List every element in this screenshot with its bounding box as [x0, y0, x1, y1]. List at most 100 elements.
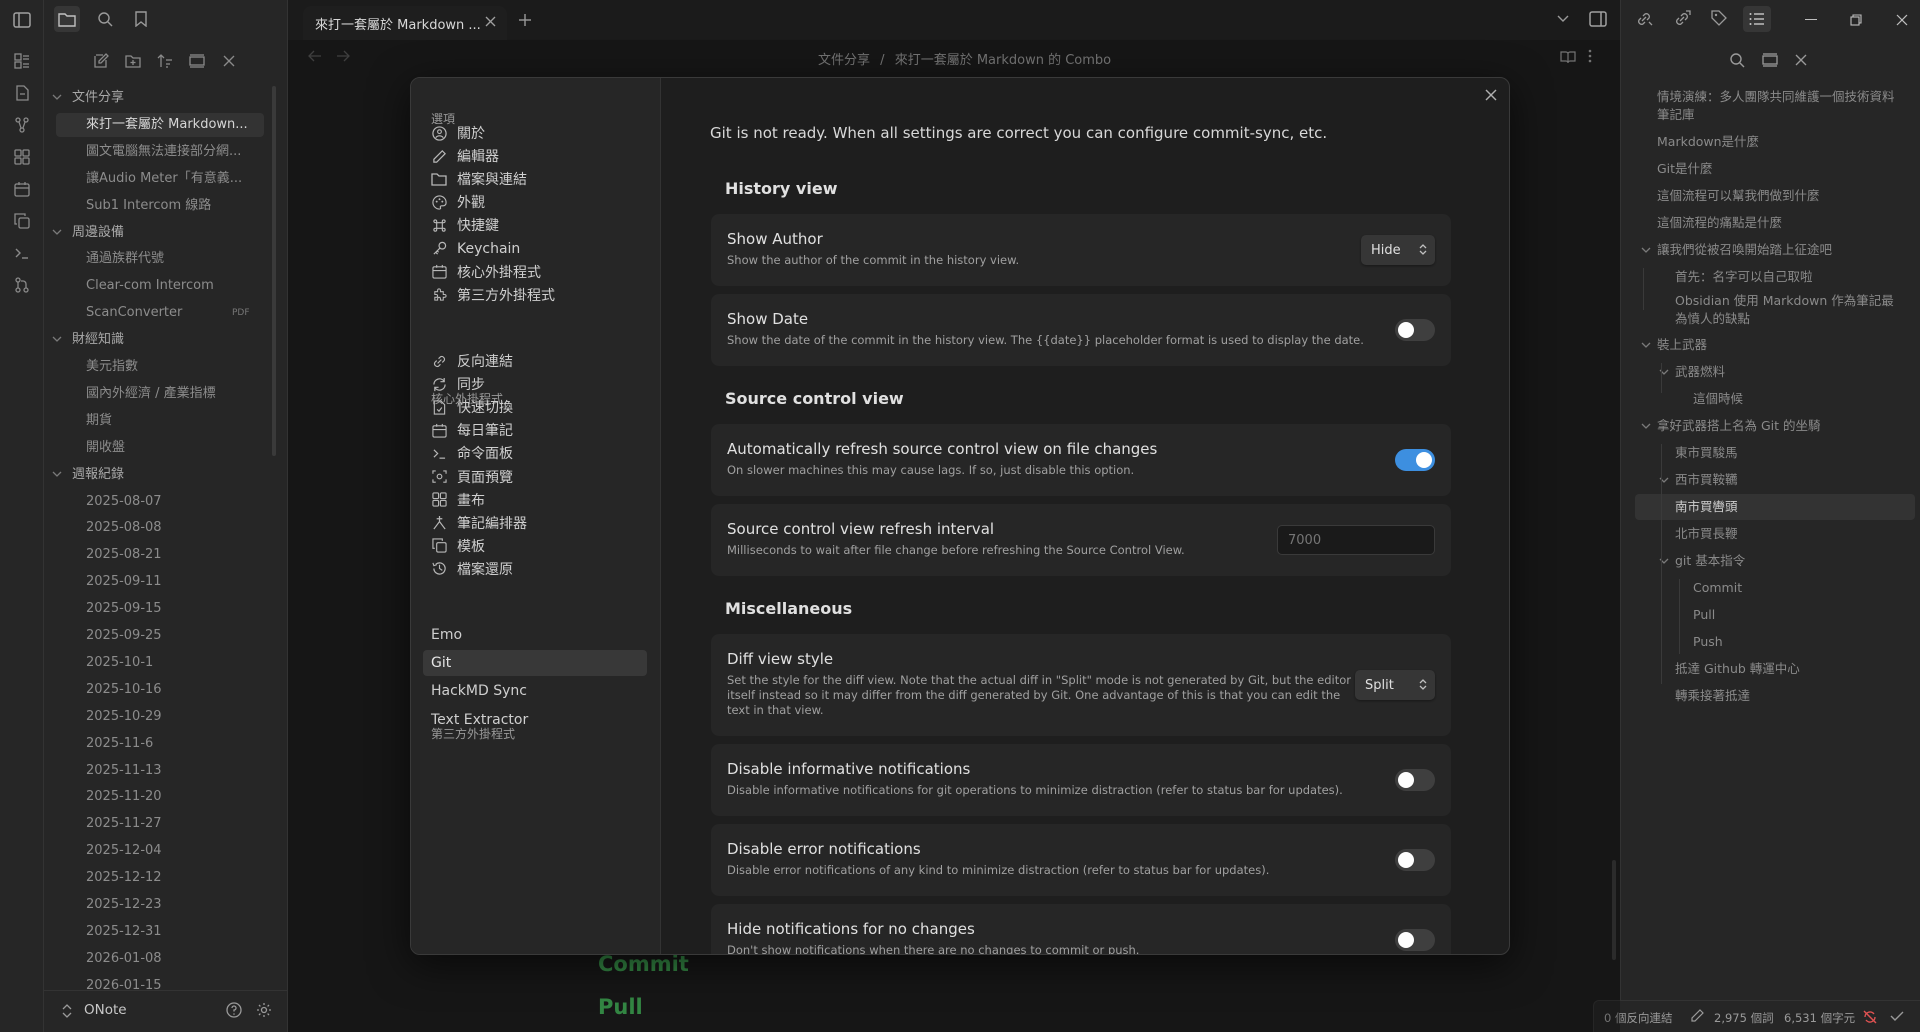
- bookmark-icon[interactable]: [128, 6, 154, 32]
- calendar-icon[interactable]: [11, 178, 33, 200]
- edit-pencil-icon[interactable]: [1690, 1009, 1704, 1023]
- settings-nav-item[interactable]: HackMD Sync: [423, 678, 647, 704]
- tree-file[interactable]: 2025-11-20: [56, 785, 256, 809]
- outline-heading[interactable]: 這個時候: [1693, 390, 1743, 408]
- tab-note[interactable]: 來打一套屬於 Markdown ...: [303, 6, 507, 40]
- outline-collapse-icon[interactable]: [1762, 53, 1778, 67]
- file-icon[interactable]: [11, 82, 33, 104]
- tab-list-chevron-icon[interactable]: [1557, 15, 1569, 23]
- hide-no-changes-toggle[interactable]: [1395, 929, 1435, 951]
- tree-file[interactable]: 期貨: [56, 409, 256, 433]
- outline-close-icon[interactable]: [1795, 54, 1807, 66]
- tree-file[interactable]: Sub1 Intercom 線路: [56, 194, 256, 218]
- tree-file[interactable]: 美元指數: [56, 355, 256, 379]
- auto-refresh-toggle[interactable]: [1395, 449, 1435, 471]
- outline-heading[interactable]: 西市買鞍韉: [1675, 471, 1738, 489]
- tree-folder[interactable]: 周邊設備: [50, 221, 230, 245]
- outline-heading[interactable]: 裝上武器: [1657, 336, 1707, 354]
- tree-file[interactable]: Clear-com Intercom: [56, 274, 256, 298]
- settings-nav-item[interactable]: 同步: [423, 371, 647, 397]
- chevron-down-icon[interactable]: [1641, 421, 1651, 431]
- settings-nav-item[interactable]: 命令面板: [423, 440, 647, 466]
- outline-heading[interactable]: 拿好武器搭上名為 Git 的坐騎: [1657, 417, 1821, 435]
- tab-close-icon[interactable]: [485, 16, 496, 27]
- show-date-toggle[interactable]: [1395, 319, 1435, 341]
- outline-heading[interactable]: 這個流程可以幫我們做到什麼: [1657, 187, 1820, 205]
- settings-nav-item[interactable]: 每日筆記: [423, 417, 647, 443]
- vault-switcher-icon[interactable]: [62, 1004, 72, 1018]
- settings-nav-item[interactable]: 檔案還原: [423, 556, 647, 582]
- terminal-icon[interactable]: [11, 242, 33, 264]
- settings-nav-item[interactable]: 第三方外掛程式: [423, 282, 647, 308]
- link-icon[interactable]: [1635, 10, 1653, 28]
- right-sidebar-toggle-icon[interactable]: [1589, 11, 1607, 27]
- settings-nav-item[interactable]: Keychain: [423, 236, 647, 262]
- tree-file[interactable]: 2025-08-07: [56, 490, 256, 514]
- search-icon[interactable]: [92, 6, 118, 32]
- outline-heading[interactable]: 抵達 Github 轉運中心: [1675, 660, 1800, 678]
- modal-close-icon[interactable]: [1484, 88, 1498, 102]
- tag-icon[interactable]: [1711, 10, 1727, 26]
- settings-nav-item[interactable]: 快捷鍵: [423, 212, 647, 238]
- tree-file[interactable]: 2025-12-31: [56, 920, 256, 944]
- settings-nav-item[interactable]: 關於: [423, 120, 647, 146]
- tree-file[interactable]: 2025-08-21: [56, 543, 256, 567]
- outline-heading[interactable]: Pull: [1693, 606, 1715, 624]
- tree-folder[interactable]: 財經知識: [50, 328, 230, 352]
- tree-file[interactable]: 2025-11-13: [56, 759, 256, 783]
- tree-file[interactable]: 圖文電腦無法連接部分網...: [56, 140, 256, 164]
- outline-heading[interactable]: 東市買駿馬: [1675, 444, 1738, 462]
- settings-nav-item[interactable]: 快速切換: [423, 394, 647, 420]
- settings-nav-item[interactable]: 編輯器: [423, 143, 647, 169]
- dashboard-icon[interactable]: [11, 50, 33, 72]
- settings-nav-item[interactable]: 模板: [423, 533, 647, 559]
- chevron-down-icon[interactable]: [1641, 340, 1651, 350]
- outline-heading[interactable]: 南市買轡頭: [1675, 498, 1738, 516]
- explorer-scrollbar[interactable]: [272, 86, 276, 456]
- settings-nav-item[interactable]: Git: [423, 650, 647, 677]
- tree-file[interactable]: 國內外經濟 / 產業指標: [56, 382, 256, 406]
- new-folder-icon[interactable]: [120, 48, 146, 74]
- diff-style-select[interactable]: Split: [1355, 670, 1435, 700]
- git-icon[interactable]: [11, 274, 33, 296]
- tree-file[interactable]: 2025-10-29: [56, 705, 256, 729]
- new-note-icon[interactable]: [88, 48, 114, 74]
- settings-gear-icon[interactable]: [256, 1002, 272, 1018]
- outline-heading[interactable]: Markdown是什麼: [1657, 133, 1759, 151]
- tree-folder[interactable]: 週報紀錄: [50, 463, 230, 487]
- outline-heading[interactable]: Push: [1693, 633, 1723, 651]
- settings-nav-item[interactable]: 核心外掛程式: [423, 259, 647, 285]
- vault-name[interactable]: ONote: [84, 1002, 127, 1018]
- canvas-icon[interactable]: [11, 146, 33, 168]
- sort-icon[interactable]: [152, 48, 178, 74]
- tree-file[interactable]: 2026-01-15: [56, 974, 256, 998]
- outline-heading[interactable]: 這個流程的痛點是什麼: [1657, 214, 1782, 232]
- settings-nav-item[interactable]: Emo: [423, 622, 647, 648]
- tree-file[interactable]: 讓Audio Meter「有意義...: [56, 167, 256, 191]
- tree-file[interactable]: 2025-08-08: [56, 516, 256, 540]
- outline-heading[interactable]: 首先：名字可以自己取啦: [1675, 268, 1813, 286]
- tree-file[interactable]: 2026-01-08: [56, 947, 256, 971]
- outline-search-icon[interactable]: [1729, 52, 1745, 68]
- tree-file[interactable]: 來打一套屬於 Markdown...: [56, 112, 264, 137]
- sidebar-toggle-icon[interactable]: [11, 9, 33, 31]
- settings-nav-item[interactable]: 筆記編排器: [423, 510, 647, 536]
- show-author-select[interactable]: Hide: [1361, 235, 1435, 265]
- outline-heading[interactable]: git 基本指令: [1675, 552, 1745, 570]
- outline-heading[interactable]: 北市買長鞭: [1675, 525, 1738, 543]
- tree-folder[interactable]: 文件分享: [50, 86, 230, 110]
- close-icon[interactable]: [216, 48, 242, 74]
- tree-file[interactable]: 2025-09-25: [56, 624, 256, 648]
- settings-nav-item[interactable]: 反向連結: [423, 348, 647, 374]
- new-tab-icon[interactable]: [518, 13, 532, 27]
- settings-nav-item[interactable]: 畫布: [423, 487, 647, 513]
- copy-icon[interactable]: [11, 210, 33, 232]
- restore-icon[interactable]: [1850, 14, 1862, 26]
- outgoing-link-icon[interactable]: [1673, 10, 1691, 28]
- tree-file[interactable]: 2025-11-6: [56, 732, 256, 756]
- settings-nav-item[interactable]: 頁面預覽: [423, 464, 647, 490]
- outline-heading[interactable]: Git是什麼: [1657, 160, 1713, 178]
- outline-heading[interactable]: 讓我們從被召喚開始踏上征途吧: [1657, 241, 1832, 259]
- tree-file[interactable]: 通過族群代號: [56, 247, 256, 271]
- help-icon[interactable]: [226, 1002, 242, 1018]
